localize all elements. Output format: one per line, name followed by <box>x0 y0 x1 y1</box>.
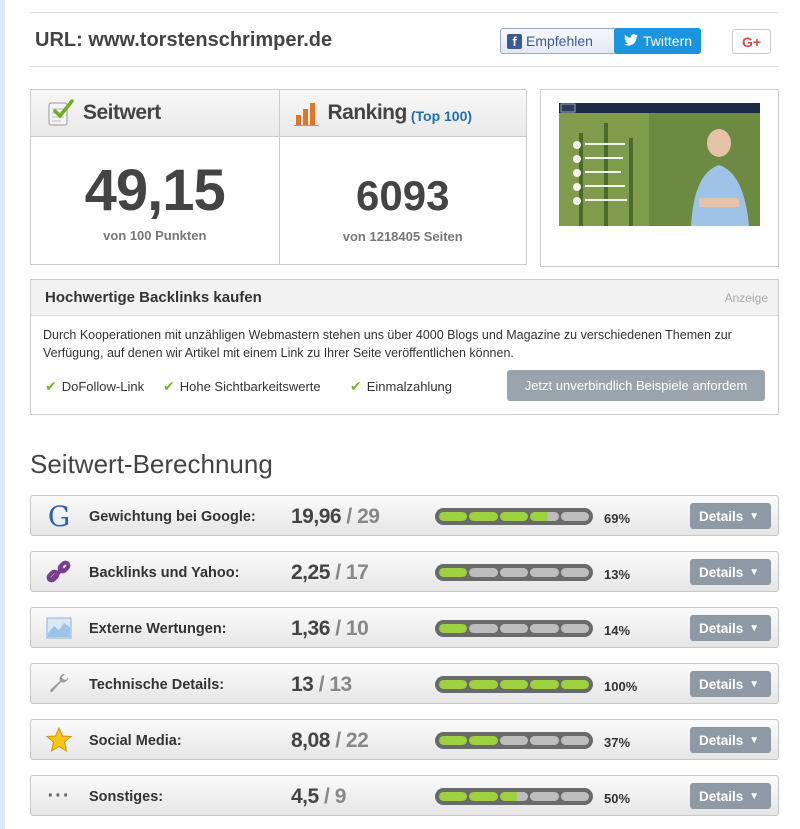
row-score: 1,36 / 10 <box>291 617 369 640</box>
seitwert-title: Seitwert <box>83 101 161 124</box>
ad-header: Hochwertige Backlinks kaufen Anzeige <box>31 280 778 316</box>
ellipsis-icon: ··· <box>47 784 71 807</box>
section-title: Seitwert-Berechnung <box>30 449 273 479</box>
row-score: 4,5 / 9 <box>291 785 346 808</box>
wrench-icon <box>45 670 73 698</box>
progress-bar <box>435 732 593 749</box>
website-thumbnail-box <box>540 89 779 267</box>
details-button-backlinks[interactable]: Details ▼ <box>690 559 771 585</box>
details-button-external[interactable]: Details ▼ <box>690 615 771 641</box>
ad-text: Durch Kooperationen mit unzähligen Webma… <box>43 328 732 360</box>
row-label: Externe Wertungen: <box>89 621 227 637</box>
caret-down-icon: ▼ <box>749 510 760 522</box>
checkmark-icon: ✔ <box>163 378 175 394</box>
row-percent: 14% <box>604 623 631 638</box>
progress-bar <box>435 564 593 581</box>
ranking-subtitle: (Top 100) <box>410 108 473 124</box>
ad-feature: ✔ Hohe Sichtbarkeitswerte <box>163 378 321 395</box>
details-button-technical[interactable]: Details ▼ <box>690 671 771 697</box>
bar-chart-icon <box>293 103 319 126</box>
ranking-title: Ranking <box>327 101 408 124</box>
url-header: URL: www.torstenschrimper.de f Empfehlen… <box>30 12 778 67</box>
progress-bar <box>435 676 593 693</box>
left-rail <box>0 0 5 829</box>
score-panel: Seitwert 49,15 von 100 Punkten Ranking (… <box>30 89 527 265</box>
score-row-external: Externe Wertungen: 1,36 / 10 14% Details… <box>30 607 779 648</box>
row-score: 19,96 / 29 <box>291 505 380 528</box>
row-percent: 37% <box>604 735 631 750</box>
google-plus-button[interactable]: G+ <box>732 29 771 54</box>
website-thumbnail[interactable] <box>559 103 760 226</box>
row-percent: 13% <box>604 567 631 582</box>
score-row-other: ··· Sonstiges: 4,5 / 9 50% Details ▼ <box>30 775 779 816</box>
row-score: 8,08 / 22 <box>291 729 369 752</box>
chart-icon <box>45 614 73 642</box>
row-label: Backlinks und Yahoo: <box>89 565 240 581</box>
row-label: Social Media: <box>89 733 182 749</box>
seitwert-header: Seitwert <box>31 90 279 137</box>
row-percent: 69% <box>604 511 631 526</box>
row-label: Sonstiges: <box>89 789 164 805</box>
ad-tag: Anzeige <box>724 291 768 305</box>
row-percent: 50% <box>604 791 631 806</box>
facebook-icon: f <box>507 33 522 49</box>
row-score: 2,25 / 17 <box>291 561 369 584</box>
progress-bar <box>435 620 593 637</box>
caret-down-icon: ▼ <box>749 734 760 746</box>
row-label: Technische Details: <box>89 677 225 693</box>
ranking-caption: von 1218405 Seiten <box>342 229 463 244</box>
details-button-other[interactable]: Details ▼ <box>690 783 771 809</box>
seitwert-caption: von 100 Punkten <box>103 228 207 243</box>
ad-feature: ✔ Einmalzahlung <box>350 378 452 395</box>
ad-title: Hochwertige Backlinks kaufen <box>45 289 262 306</box>
ad-feature: ✔ DoFollow-Link <box>45 378 144 395</box>
progress-bar <box>435 508 593 525</box>
facebook-label: Empfehlen <box>526 33 593 49</box>
details-button-google[interactable]: Details ▼ <box>690 503 771 529</box>
checkmark-icon: ✔ <box>45 378 57 394</box>
row-score: 13 / 13 <box>291 673 352 696</box>
ad-feature-label: Einmalzahlung <box>366 379 453 394</box>
seitwert-value: 49,15 <box>84 158 226 223</box>
link-icon <box>45 558 73 586</box>
ad-feature-label: DoFollow-Link <box>61 379 145 394</box>
caret-down-icon: ▼ <box>749 678 760 690</box>
google-icon: G <box>47 499 71 533</box>
caret-down-icon: ▼ <box>749 566 760 578</box>
row-label: Gewichtung bei Google: <box>89 509 256 525</box>
star-icon <box>45 726 73 754</box>
ranking-box: Ranking (Top 100) 6093 von 1218405 Seite… <box>278 90 526 264</box>
url-label: URL: www.torstenschrimper.de <box>35 29 333 51</box>
progress-bar <box>435 788 593 805</box>
score-row-social: Social Media: 8,08 / 22 37% Details ▼ <box>30 719 779 760</box>
request-examples-button[interactable]: Jetzt unverbindlich Beispiele anfordem <box>507 370 765 401</box>
score-row-technical: Technische Details: 13 / 13 100% Details… <box>30 663 779 704</box>
notepad-check-icon <box>48 99 74 126</box>
twitter-label: Twittern <box>643 33 693 49</box>
checkmark-icon: ✔ <box>350 378 362 394</box>
twitter-bird-icon <box>624 33 638 49</box>
score-row-google: G Gewichtung bei Google: 19,96 / 29 69% … <box>30 495 779 536</box>
twitter-tweet-button[interactable]: Twittern <box>614 28 701 54</box>
seitwert-box: Seitwert 49,15 von 100 Punkten <box>31 90 279 264</box>
details-button-social[interactable]: Details ▼ <box>690 727 771 753</box>
row-percent: 100% <box>604 679 638 694</box>
score-row-backlinks: Backlinks und Yahoo: 2,25 / 17 13% Detai… <box>30 551 779 592</box>
caret-down-icon: ▼ <box>749 622 760 634</box>
ranking-header: Ranking (Top 100) <box>279 90 526 137</box>
ranking-value: 6093 <box>356 172 450 219</box>
caret-down-icon: ▼ <box>749 790 760 802</box>
ad-feature-label: Hohe Sichtbarkeitswerte <box>179 379 321 394</box>
backlink-ad: Hochwertige Backlinks kaufen Anzeige Dur… <box>30 279 779 415</box>
